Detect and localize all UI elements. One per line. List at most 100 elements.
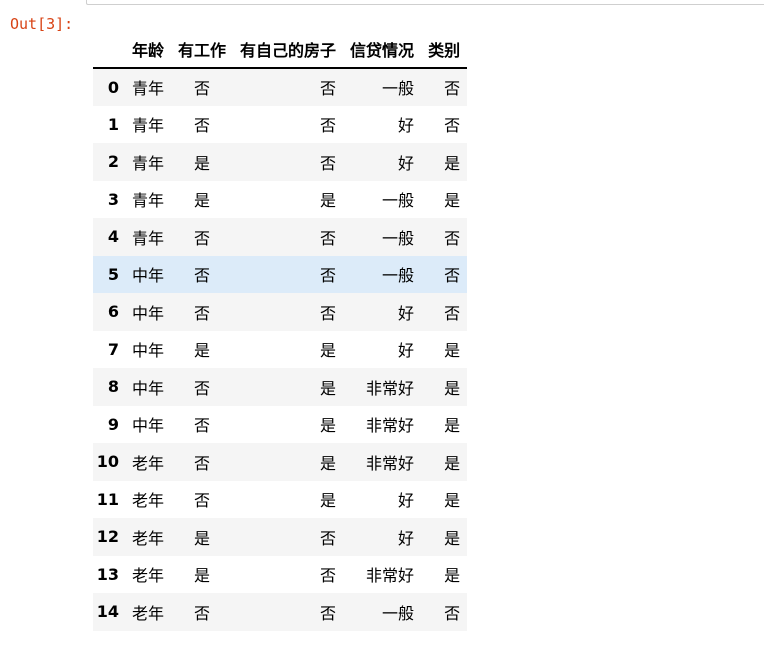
cell-house: 否 <box>320 603 337 623</box>
cell-label: 否 <box>444 603 461 623</box>
output-prompt: Out[3]: <box>10 15 74 33</box>
row-index: 7 <box>107 339 119 359</box>
cell-job: 是 <box>194 528 211 548</box>
cell-credit: 一般 <box>382 228 415 248</box>
cell-credit: 好 <box>398 116 415 136</box>
cell-label: 是 <box>444 453 461 473</box>
cell-label: 否 <box>444 303 461 323</box>
header-credit: 信贷情况 <box>343 31 422 69</box>
cell-label: 是 <box>444 191 461 211</box>
cell-credit: 非常好 <box>366 453 415 473</box>
cell-house: 是 <box>320 416 337 436</box>
cell-label: 是 <box>444 528 461 548</box>
cell-label: 否 <box>444 116 461 136</box>
row-index: 4 <box>107 227 119 247</box>
cell-house: 是 <box>320 491 337 511</box>
header-age: 年龄 <box>125 31 172 69</box>
cell-age: 老年 <box>132 453 165 473</box>
cell-house: 否 <box>320 528 337 548</box>
table-row: 10 老年 否 是 非常好 是 <box>93 443 468 481</box>
header-index <box>93 31 125 69</box>
cell-credit: 一般 <box>382 79 415 99</box>
cell-job: 否 <box>194 266 211 286</box>
header-row: 年龄 有工作 有自己的房子 信贷情况 类别 <box>93 31 468 69</box>
cell-job: 是 <box>194 153 211 173</box>
cell-job: 否 <box>194 303 211 323</box>
cell-credit: 非常好 <box>366 416 415 436</box>
table-row: 13 老年 是 否 非常好 是 <box>93 556 467 594</box>
cell-credit: 非常好 <box>366 378 415 398</box>
header-label: 类别 <box>421 31 468 69</box>
cell-house: 否 <box>320 303 337 323</box>
row-index: 12 <box>96 527 119 547</box>
table-row: 0 青年 否 否 一般 否 <box>93 68 468 106</box>
cell-age: 中年 <box>132 303 165 323</box>
cell-label: 否 <box>444 266 461 286</box>
cell-credit: 好 <box>398 303 415 323</box>
header-job: 有工作 <box>171 31 234 69</box>
cell-job: 否 <box>194 79 211 99</box>
cell-age: 老年 <box>132 528 165 548</box>
cell-job: 否 <box>194 116 211 136</box>
cell-label: 否 <box>444 228 461 248</box>
cell-house: 否 <box>320 266 337 286</box>
cell-label: 是 <box>444 416 461 436</box>
cell-house: 是 <box>320 378 337 398</box>
cell-credit: 好 <box>398 491 415 511</box>
cell-job: 否 <box>194 453 211 473</box>
table-row: 6 中年 否 否 好 否 <box>93 293 468 331</box>
cell-age: 老年 <box>132 566 165 586</box>
cell-job: 否 <box>194 491 211 511</box>
header-house: 有自己的房子 <box>233 31 344 69</box>
cell-house: 否 <box>320 79 337 99</box>
cell-house: 是 <box>320 191 337 211</box>
row-index: 8 <box>107 377 119 397</box>
table-row: 3 青年 是 是 一般 是 <box>93 181 467 219</box>
cell-age: 中年 <box>132 416 165 436</box>
cell-house: 否 <box>320 566 337 586</box>
table-row: 11 老年 否 是 好 是 <box>93 481 467 519</box>
cell-age: 青年 <box>132 116 165 136</box>
cell-house: 否 <box>320 116 337 136</box>
table-row: 8 中年 否 是 非常好 是 <box>93 368 468 406</box>
row-index: 5 <box>107 264 119 284</box>
cell-house: 是 <box>320 453 337 473</box>
cell-label: 是 <box>444 491 461 511</box>
row-index: 14 <box>96 602 119 622</box>
cell-job: 是 <box>194 341 211 361</box>
table-row: 7 中年 是 是 好 是 <box>93 331 467 369</box>
cell-label: 否 <box>444 79 461 99</box>
cell-credit: 好 <box>398 528 415 548</box>
table-row: 4 青年 否 否 一般 否 <box>93 218 468 256</box>
cell-age: 青年 <box>132 228 165 248</box>
dataframe-table: 年龄 有工作 有自己的房子 信贷情况 类别 0 青年 否 否 一般 否 1 青年… <box>93 31 468 631</box>
cell-age: 中年 <box>132 341 165 361</box>
cell-age: 老年 <box>132 491 165 511</box>
table-header: 年龄 有工作 有自己的房子 信贷情况 类别 <box>93 31 468 69</box>
row-index: 1 <box>107 114 119 134</box>
row-index: 0 <box>107 77 119 97</box>
cell-job: 否 <box>194 416 211 436</box>
row-index: 13 <box>96 564 119 584</box>
previous-cell-edge <box>86 0 764 5</box>
cell-label: 是 <box>444 378 461 398</box>
row-index: 11 <box>96 489 119 509</box>
table-row-highlighted: 5 中年 否 否 一般 否 <box>93 255 468 293</box>
cell-age: 中年 <box>132 266 165 286</box>
cell-house: 否 <box>320 153 337 173</box>
cell-age: 老年 <box>132 603 165 623</box>
row-index: 3 <box>107 189 119 209</box>
cell-credit: 一般 <box>382 603 415 623</box>
cell-job: 是 <box>194 566 211 586</box>
cell-credit: 好 <box>398 153 415 173</box>
row-index: 6 <box>107 302 119 322</box>
table-row: 14 老年 否 否 一般 否 <box>93 593 468 631</box>
cell-label: 是 <box>444 341 461 361</box>
cell-age: 青年 <box>132 191 165 211</box>
cell-label: 是 <box>444 153 461 173</box>
cell-credit: 非常好 <box>366 566 415 586</box>
cell-age: 青年 <box>132 153 165 173</box>
table-row: 1 青年 否 否 好 否 <box>93 106 467 144</box>
row-index: 2 <box>107 152 119 172</box>
row-index: 9 <box>107 414 119 434</box>
